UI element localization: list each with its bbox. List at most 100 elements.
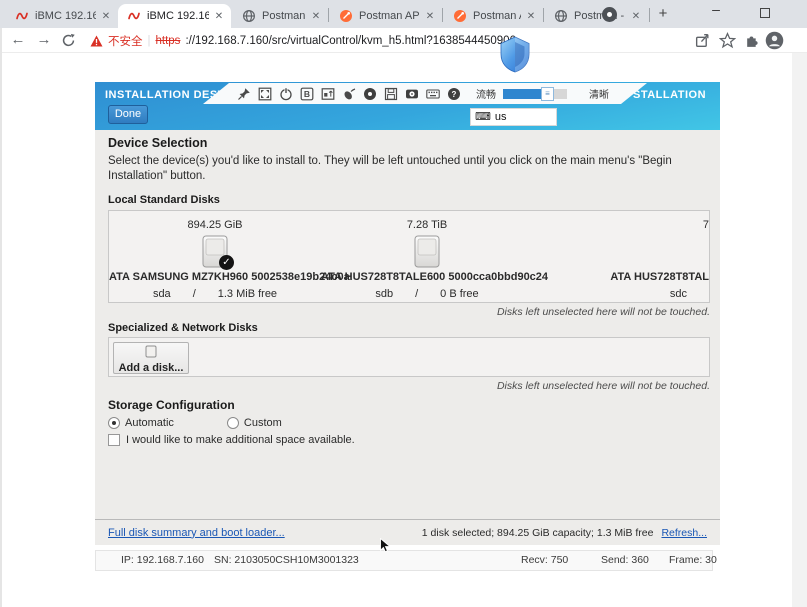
tab-close-icon[interactable]: ✕ <box>310 11 322 22</box>
back-button[interactable]: ← <box>8 28 28 53</box>
quality-slider[interactable]: ≡ <box>503 89 567 99</box>
tab-separator <box>649 8 650 22</box>
tab-strip: iBMC 192.168.7.16 ✕ iBMC 192.168.7.16 ✕ … <box>0 0 807 28</box>
disk-size: 894.25 GiB <box>109 219 321 231</box>
tab-separator <box>328 8 329 22</box>
tab-close-icon[interactable]: ✕ <box>100 11 112 22</box>
device-selection-description: Select the device(s) you'd like to insta… <box>108 154 708 184</box>
fullscreen-icon[interactable] <box>258 87 272 101</box>
help-icon[interactable]: ? <box>447 87 461 101</box>
reclaim-space-row: I would like to make additional space av… <box>108 434 355 446</box>
ibmc-favicon-icon <box>15 9 29 23</box>
partitioning-options: Automatic Custom <box>108 417 282 429</box>
disk-name: ATA HUS728T8TAL <box>555 271 709 283</box>
disk-tile-sdc[interactable]: 7 ATA HUS728T8TAL sdc <box>557 211 710 303</box>
reclaim-space-checkbox[interactable] <box>108 434 120 446</box>
svg-text:B: B <box>304 89 310 99</box>
tab-close-icon[interactable]: ✕ <box>525 11 537 22</box>
tab-title: iBMC 192.168.7.16 <box>35 10 96 22</box>
refresh-link[interactable]: Refresh... <box>661 527 707 539</box>
network-disks-heading: Specialized & Network Disks <box>108 322 258 334</box>
globe-favicon-icon <box>554 9 568 23</box>
url-scheme: https <box>156 35 181 47</box>
power-icon[interactable] <box>279 87 293 101</box>
status-sn: SN: 2103050CSH10M3001323 <box>214 554 359 566</box>
tab-title: iBMC 192.168.7.16 <box>147 10 209 22</box>
svg-text:?: ? <box>452 90 457 99</box>
quality-slider-fill <box>503 89 541 99</box>
extensions-puzzle-icon[interactable] <box>744 32 761 49</box>
bookmark-star-icon[interactable] <box>719 32 736 49</box>
disk-size: 7 <box>555 219 709 231</box>
tab-close-icon[interactable]: ✕ <box>213 11 225 22</box>
disk-tile-sdb[interactable]: 7.28 TiB ATA HUS728T8TALE600 5000cca0bbd… <box>321 211 533 303</box>
installer-title-left: INSTALLATION DEST <box>105 89 225 101</box>
selection-summary: 1 disk selected; 894.25 GiB capacity; 1.… <box>422 527 654 539</box>
globe-favicon-icon <box>242 9 256 23</box>
done-button[interactable]: Done <box>108 105 148 124</box>
tab-postman-api-2[interactable]: Postman API Platfo ✕ <box>444 4 543 28</box>
profile-avatar[interactable] <box>765 31 784 50</box>
virtual-media-icon[interactable] <box>405 87 419 101</box>
disk-name: ATA HUS728T8TALE600 5000cca0bbd90c24 <box>321 271 533 283</box>
disk-device: sdc <box>670 288 687 300</box>
browser-update-badge-icon[interactable] <box>602 7 617 22</box>
unselected-disks-note: Disks left unselected here will not be t… <box>108 306 710 318</box>
status-send: Send: 360 <box>601 554 649 566</box>
automatic-radio[interactable] <box>108 417 120 429</box>
window-left-edge <box>0 28 2 607</box>
share-icon[interactable] <box>694 32 711 49</box>
new-tab-button[interactable]: + <box>652 3 674 25</box>
tab-ibmc-1[interactable]: iBMC 192.168.7.16 ✕ <box>6 4 118 28</box>
disk-device: sdb <box>375 288 393 300</box>
browser-window: iBMC 192.168.7.16 ✕ iBMC 192.168.7.16 ✕ … <box>0 0 807 607</box>
tab-close-icon[interactable]: ✕ <box>424 11 436 22</box>
security-warning-icon <box>90 35 103 47</box>
screen-split-icon[interactable] <box>321 87 335 101</box>
automatic-label: Automatic <box>125 417 174 429</box>
reload-button[interactable] <box>61 33 76 48</box>
keyboard-icon[interactable] <box>426 87 440 101</box>
full-disk-summary-link[interactable]: Full disk summary and boot loader... <box>108 527 285 539</box>
tab-close-icon[interactable]: ✕ <box>630 11 642 22</box>
window-minimize-button[interactable]: – <box>704 1 728 25</box>
postman-favicon-icon <box>339 9 353 23</box>
b-key-icon[interactable]: B <box>300 87 314 101</box>
disk-separator: / <box>193 288 196 300</box>
disk-free: 1.3 MiB free <box>218 288 277 300</box>
kvm-shield-logo-icon <box>496 35 534 73</box>
page-scrollbar[interactable] <box>792 53 807 607</box>
custom-radio[interactable] <box>227 417 239 429</box>
forward-button[interactable]: → <box>34 28 54 53</box>
reclaim-space-label: I would like to make additional space av… <box>126 434 355 446</box>
kvm-toolbar: B ? 流畅 ≡ 清晰 <box>203 83 647 104</box>
tab-postman-browser-1[interactable]: Postman - Browse ✕ <box>233 4 328 28</box>
address-bar: ← → 不安全 | https://192.168.7.160/src/virt… <box>0 28 807 53</box>
quality-slider-handle[interactable]: ≡ <box>541 87 554 101</box>
url-text: ://192.168.7.160/src/virtualControl/kvm_… <box>185 35 516 47</box>
tab-postman-browser-2[interactable]: Postman - Browse ✕ <box>545 4 648 28</box>
pin-icon[interactable] <box>237 87 251 101</box>
disk-drive-icon <box>414 235 440 268</box>
installer-header: INSTALLATION DEST STALLATION Done ⌨us B … <box>95 82 720 130</box>
page-title: Device Selection <box>108 136 207 150</box>
mouse-icon[interactable] <box>342 87 356 101</box>
status-ip: IP: 192.168.7.160 <box>121 554 204 566</box>
omnibox[interactable]: 不安全 | https://192.168.7.160/src/virtualC… <box>90 28 516 53</box>
status-recv: Recv: 750 <box>521 554 568 566</box>
tab-title: Postman API Platfo <box>359 10 420 22</box>
tab-title: Postman - Browse <box>574 10 626 22</box>
save-icon[interactable] <box>384 87 398 101</box>
postman-favicon-icon <box>453 9 467 23</box>
add-disk-button[interactable]: Add a disk... <box>113 342 189 374</box>
custom-label: Custom <box>244 417 282 429</box>
window-maximize-button[interactable] <box>760 8 770 18</box>
installer-title-right: STALLATION <box>633 89 706 101</box>
keyboard-layout-indicator[interactable]: ⌨us <box>470 108 557 126</box>
disk-tile-sda[interactable]: 894.25 GiB ✓ ATA SAMSUNG MZ7KH960 500253… <box>109 211 321 303</box>
tab-title: Postman API Platfo <box>473 10 521 22</box>
tab-postman-api-1[interactable]: Postman API Platfo ✕ <box>330 4 442 28</box>
kvm-status-bar: IP: 192.168.7.160 SN: 2103050CSH10M30013… <box>95 550 713 571</box>
record-icon[interactable] <box>363 87 377 101</box>
tab-ibmc-2-active[interactable]: iBMC 192.168.7.16 ✕ <box>118 4 231 28</box>
